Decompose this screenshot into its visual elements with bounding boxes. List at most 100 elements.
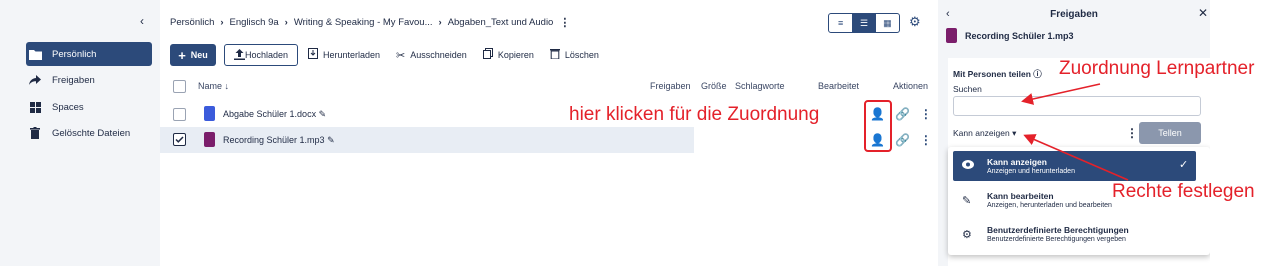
toolbar: + Neu Hochladen Herunterladen ✂ Ausschne… [170,44,615,66]
option-desc: Benutzerdefinierte Berechtigungen vergeb… [987,236,1126,243]
row-checkbox[interactable] [173,108,186,121]
table-header: Name ↓ Freigaben Größe Schlagworte Bearb… [170,78,938,96]
column-actions: Aktionen [893,81,929,91]
table-row[interactable]: Abgabe Schüler 1.docx ✎ 👤 🔗 ⋮ [160,101,938,127]
permission-select[interactable]: Kann anzeigen ▾ [953,128,1016,139]
more-vertical-icon[interactable]: ⋮ [1126,126,1138,140]
sidebar-item-label: Freigaben [52,74,95,86]
main-content: Persönlich › Englisch 9a › Writing & Spe… [160,0,938,266]
sidebar-item-shares[interactable]: Freigaben [26,68,152,92]
share-with-label: Mit Personen teilen ⓘ [953,69,1042,79]
trash-icon [549,48,560,62]
link-icon[interactable]: 🔗 [895,107,910,121]
chevron-right-icon: › [220,17,224,28]
breadcrumb-item[interactable]: Persönlich [170,17,214,28]
compact-list-icon[interactable]: ≡ [829,14,852,32]
search-input[interactable] [953,96,1201,116]
search-label: Suchen [953,84,982,94]
check-icon [175,136,184,143]
annotation-rights-hint: Rechte festlegen [1112,181,1255,202]
view-toggle: ≡ ☰ ▦ [828,13,900,33]
option-desc: Anzeigen, herunterladen und bearbeiten [987,202,1112,209]
breadcrumb-item[interactable]: Abgaben_Text und Audio [448,17,554,28]
sidebar-item-personal[interactable]: Persönlich [26,42,152,66]
copy-button[interactable]: Kopieren [482,48,534,62]
option-desc: Anzeigen und herunterladen [987,168,1075,175]
sidebar-item-label: Persönlich [52,48,97,60]
annotation-partner-hint: Zuordnung Lernpartner [1059,58,1255,79]
upload-button-label: Hochladen [244,50,289,60]
download-icon [308,48,318,62]
more-vertical-icon[interactable]: ⋮ [920,133,932,147]
more-vertical-icon[interactable]: ⋮ [559,16,570,29]
plus-icon: + [178,47,186,63]
eye-icon [962,160,974,172]
column-tags[interactable]: Schlagworte [735,81,785,91]
file-name[interactable]: Recording Schüler 1.mp3 ✎ [223,135,335,146]
option-title: Kann anzeigen [987,157,1047,167]
sidebar-item-trash[interactable]: Gelöschte Dateien [26,121,152,145]
list-view-icon[interactable]: ☰ [852,14,876,32]
new-button-label: Neu [190,50,208,60]
folder-icon [28,47,42,61]
select-all-checkbox[interactable] [173,80,186,93]
share-arrow-icon [28,73,42,87]
mp3-file-icon [204,132,215,147]
copy-label: Kopieren [497,50,534,60]
share-button[interactable]: Tellen [1139,122,1201,144]
breadcrumb-item[interactable]: Writing & Speaking - My Favou... [294,17,433,28]
file-name[interactable]: Abgabe Schüler 1.docx ✎ [223,109,326,120]
upload-icon [233,48,245,62]
file-name-text: Abgabe Schüler 1.docx [223,109,317,119]
grid-icon [28,100,42,114]
upload-button[interactable]: Hochladen [224,44,298,66]
annotation-click-hint: hier klicken für die Zuordnung [569,104,820,125]
chevron-left-icon[interactable]: ‹ [140,14,144,28]
link-icon[interactable]: 🔗 [895,133,910,147]
column-size[interactable]: Größe [701,81,727,91]
mp3-file-icon [946,28,957,43]
copy-icon [482,48,493,62]
delete-label: Löschen [564,50,599,60]
chevron-right-icon: › [284,17,288,28]
cut-button[interactable]: ✂ Ausschneiden [396,49,467,62]
column-modified[interactable]: Bearbeitet [818,81,859,91]
check-icon: ✓ [1179,159,1189,171]
trash-icon [28,126,42,140]
right-margin [1210,0,1274,266]
more-vertical-icon[interactable]: ⋮ [920,107,932,121]
option-title: Kann bearbeiten [987,191,1054,201]
row-checkbox[interactable] [173,133,186,146]
sidebar-item-spaces[interactable]: Spaces [26,95,152,119]
permission-option-view[interactable]: Kann anzeigen Anzeigen und herunterladen… [953,151,1196,181]
breadcrumb-item[interactable]: Englisch 9a [230,17,279,28]
panel-file: Recording Schüler 1.mp3 [946,28,1074,43]
pencil-icon[interactable]: ✎ [327,135,335,145]
app: ‹ Persönlich Freigaben Spaces Gelöschte … [0,0,1274,266]
gear-icon[interactable]: ⚙ [909,14,921,30]
pencil-icon[interactable]: ✎ [319,109,327,119]
grid-view-icon[interactable]: ▦ [876,14,899,32]
column-name[interactable]: Name ↓ [198,81,229,91]
file-name-text: Recording Schüler 1.mp3 [223,135,325,145]
docx-file-icon [204,106,215,121]
option-title: Benutzerdefinierte Berechtigungen [987,225,1129,235]
delete-button[interactable]: Löschen [549,48,599,62]
close-icon[interactable]: ✕ [1198,6,1208,20]
new-button[interactable]: + Neu [170,44,216,66]
column-shares[interactable]: Freigaben [650,81,691,91]
highlight-box [864,100,892,152]
chevron-right-icon: › [438,17,442,28]
permission-option-custom[interactable]: ⚙ Benutzerdefinierte Berechtigungen Benu… [953,219,1196,249]
sidebar: ‹ Persönlich Freigaben Spaces Gelöschte … [0,0,160,266]
table-row[interactable]: Recording Schüler 1.mp3 ✎ [160,127,694,153]
download-label: Herunterladen [323,50,381,60]
panel-title: Freigaben [1050,9,1098,20]
download-button[interactable]: Herunterladen [308,48,380,62]
panel-file-name: Recording Schüler 1.mp3 [965,30,1074,41]
sidebar-item-label: Spaces [52,101,84,113]
scissors-icon: ✂ [396,49,406,62]
breadcrumb: Persönlich › Englisch 9a › Writing & Spe… [170,16,570,29]
panel-header: ‹ Freigaben ✕ [938,0,1210,28]
cut-label: Ausschneiden [410,50,467,60]
